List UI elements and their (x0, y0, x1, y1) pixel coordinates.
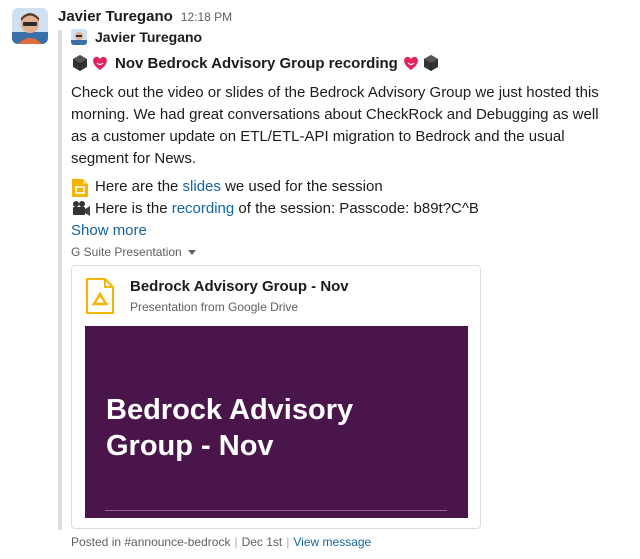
attachment-card[interactable]: Bedrock Advisory Group - Nov Presentatio… (71, 265, 481, 529)
google-slides-icon (71, 178, 89, 197)
heart-face-icon (91, 54, 109, 72)
message-footer: Posted in #announce-bedrock | Dec 1st | View… (71, 535, 371, 549)
slides-line: Here are the slides we used for the sess… (71, 176, 631, 198)
slides-link[interactable]: slides (183, 176, 221, 198)
footer-divider: | (234, 535, 238, 549)
show-more-link[interactable]: Show more (71, 220, 631, 242)
shared-author-avatar[interactable] (71, 29, 87, 45)
caret-down-icon (187, 245, 196, 259)
posted-in-channel[interactable]: Posted in #announce-bedrock (71, 535, 230, 549)
sender-avatar[interactable] (12, 8, 48, 44)
sender-name[interactable]: Javier Turegano (58, 8, 173, 25)
shared-message-header: Javier Turegano (71, 28, 631, 46)
black-cube-icon (71, 54, 89, 72)
recording-suffix: of the session: Passcode: b89t?C^B (234, 200, 479, 217)
message-header: Javier Turegano 12:18 PM (58, 8, 232, 25)
movie-camera-icon (71, 200, 90, 218)
slides-prefix: Here are the (95, 178, 183, 195)
preview-divider (105, 510, 447, 511)
message-timestamp[interactable]: 12:18 PM (181, 10, 232, 24)
black-cube-icon (422, 54, 440, 72)
attachment-type-label: G Suite Presentation (71, 245, 182, 259)
recording-link[interactable]: recording (172, 198, 235, 220)
shared-message-bar (58, 30, 62, 530)
attachment-subtitle: Presentation from Google Drive (130, 300, 299, 314)
footer-divider: | (286, 535, 290, 549)
presentation-preview[interactable]: Bedrock Advisory Group - Nov (85, 326, 468, 518)
mini-avatar-image (71, 29, 87, 45)
recording-line: Here is the recording of the session: Pa… (71, 198, 631, 220)
preview-title: Bedrock Advisory Group - Nov (106, 394, 354, 462)
avatar-image (12, 8, 48, 44)
shared-title: Nov Bedrock Advisory Group recording (115, 54, 398, 72)
shared-body: Check out the video or slides of the Bed… (71, 84, 599, 167)
shared-message: Javier Turegano Nov Bedrock Advisory Gro… (71, 28, 631, 529)
post-date[interactable]: Dec 1st (242, 535, 283, 549)
view-message-link[interactable]: View message (293, 535, 371, 549)
attachment-type-toggle[interactable]: G Suite Presentation (71, 245, 631, 259)
attachment-title[interactable]: Bedrock Advisory Group - Nov (130, 278, 349, 295)
google-slides-icon (86, 278, 114, 314)
heart-face-icon (402, 54, 420, 72)
recording-prefix: Here is the (95, 200, 172, 217)
shared-author-name[interactable]: Javier Turegano (95, 29, 202, 45)
shared-title-line: Nov Bedrock Advisory Group recording (71, 52, 631, 74)
slides-suffix: we used for the session (220, 178, 383, 195)
